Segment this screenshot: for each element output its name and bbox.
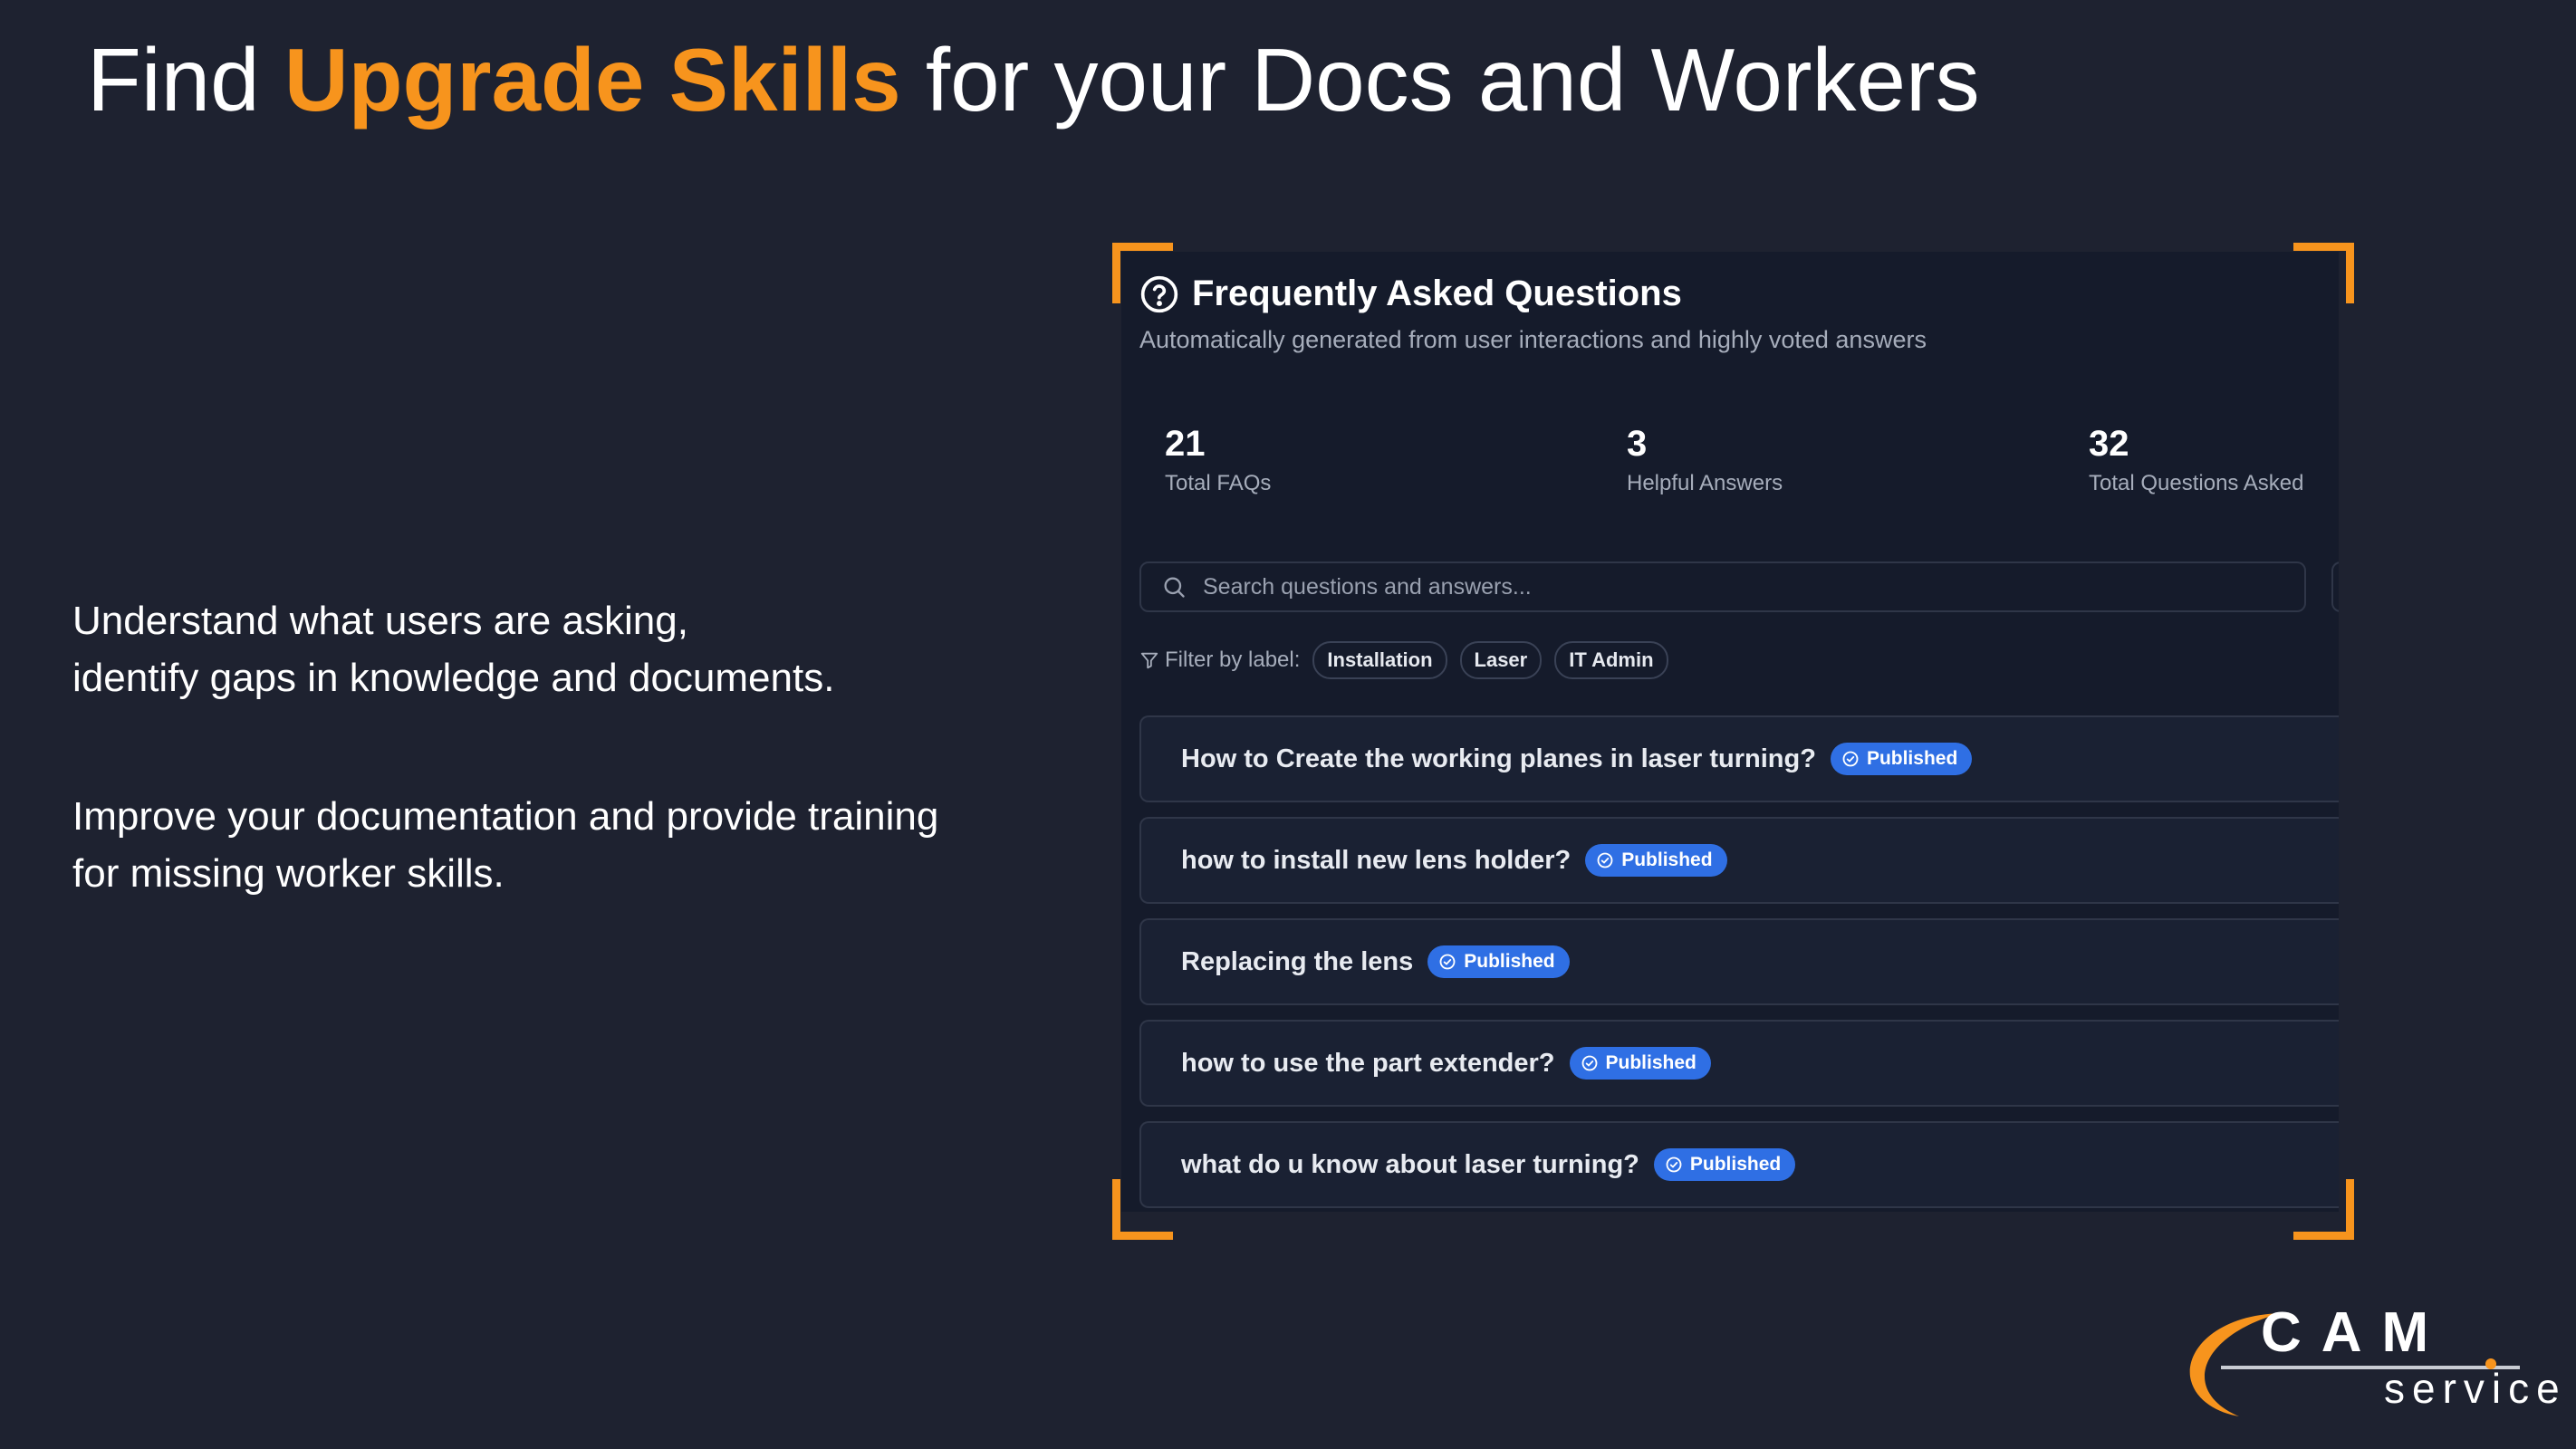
check-circle-icon — [1581, 1055, 1597, 1071]
faq-question: how to install new lens holder? — [1181, 845, 1572, 875]
stat-total-faqs: 21 Total FAQs — [1165, 422, 1271, 496]
faq-question: Replacing the lens — [1181, 946, 1414, 976]
badge-label: Published — [1689, 1154, 1782, 1175]
filter-chip-laser[interactable]: Laser — [1459, 641, 1543, 679]
slide: Find Upgrade Skills for your Docs and Wo… — [0, 0, 2576, 1449]
filter-chip-it-admin[interactable]: IT Admin — [1554, 641, 1668, 679]
description-paragraph-2: Improve your documentation and provide t… — [72, 788, 978, 902]
faq-question: How to Create the working planes in lase… — [1181, 744, 1816, 773]
stat-helpful-answers: 3 Helpful Answers — [1627, 422, 1783, 496]
search-placeholder: Search questions and answers... — [1203, 573, 1532, 600]
question-circle-icon — [1140, 275, 1178, 312]
filter-label: Filter by label: — [1165, 648, 1301, 672]
faq-subtitle: Automatically generated from user intera… — [1139, 326, 1927, 353]
slide-title: Find Upgrade Skills for your Docs and Wo… — [87, 27, 1980, 134]
faq-panel: Frequently Asked Questions Automatically… — [1121, 252, 2339, 1212]
cam-service-logo: CAM service — [2174, 1300, 2560, 1427]
faq-question: how to use the part extender? — [1181, 1048, 1555, 1078]
badge-label: Published — [1605, 1052, 1697, 1073]
stat-label: Helpful Answers — [1627, 471, 1783, 495]
stat-total-questions: 32 Total Questions Asked — [2089, 422, 2303, 496]
check-circle-icon — [1666, 1156, 1682, 1173]
check-circle-icon — [1439, 954, 1456, 970]
badge-label: Published — [1621, 849, 1713, 870]
label-filter: Filter by label: Installation Laser IT A… — [1139, 641, 1681, 679]
faq-list: How to Create the working planes in lase… — [1139, 715, 2339, 1212]
faq-item[interactable]: how to use the part extender? Published — [1139, 1020, 2339, 1107]
logo-tagline: service — [2384, 1365, 2567, 1412]
faq-item[interactable]: Replacing the lens Published — [1139, 918, 2339, 1005]
title-prefix: Find — [87, 30, 284, 130]
published-badge: Published — [1653, 1148, 1796, 1181]
description-paragraph-1: Understand what users are asking, identi… — [72, 592, 978, 706]
stat-value: 3 — [1627, 424, 1648, 464]
check-circle-icon — [1842, 751, 1859, 767]
faq-question: what do u know about laser turning? — [1181, 1149, 1639, 1179]
paragraph-1-line-2: identify gaps in knowledge and documents… — [72, 656, 835, 700]
stat-label: Total FAQs — [1165, 471, 1272, 495]
stat-value: 32 — [2089, 424, 2129, 464]
faq-title: Frequently Asked Questions — [1192, 273, 1682, 313]
title-highlight: Upgrade Skills — [284, 30, 901, 130]
badge-label: Published — [1464, 951, 1555, 972]
check-circle-icon — [1597, 852, 1613, 868]
logo-brand: CAM — [2261, 1301, 2449, 1364]
paragraph-1-line-1: Understand what users are asking, — [72, 599, 688, 643]
search-icon — [1164, 577, 1185, 598]
faq-item[interactable]: How to Create the working planes in lase… — [1139, 715, 2339, 802]
filter-icon — [1140, 652, 1158, 669]
published-badge: Published — [1830, 743, 1973, 775]
published-badge: Published — [1569, 1047, 1711, 1080]
badge-label: Published — [1866, 748, 1958, 769]
faq-header: Frequently Asked Questions — [1139, 273, 1682, 314]
search-side-button[interactable] — [2331, 561, 2339, 612]
filter-chip-installation[interactable]: Installation — [1312, 641, 1447, 679]
search-input[interactable]: Search questions and answers... — [1139, 561, 2306, 612]
published-badge: Published — [1585, 844, 1727, 877]
paragraph-2-line-1: Improve your documentation and provide t… — [72, 794, 939, 839]
stat-label: Total Questions Asked — [2089, 471, 2304, 495]
faq-item[interactable]: what do u know about laser turning? Publ… — [1139, 1121, 2339, 1208]
stat-value: 21 — [1165, 424, 1206, 464]
faq-item[interactable]: how to install new lens holder? Publishe… — [1139, 817, 2339, 904]
published-badge: Published — [1427, 945, 1570, 978]
title-suffix: for your Docs and Workers — [900, 30, 1980, 130]
paragraph-2-line-2: for missing worker skills. — [72, 851, 505, 896]
